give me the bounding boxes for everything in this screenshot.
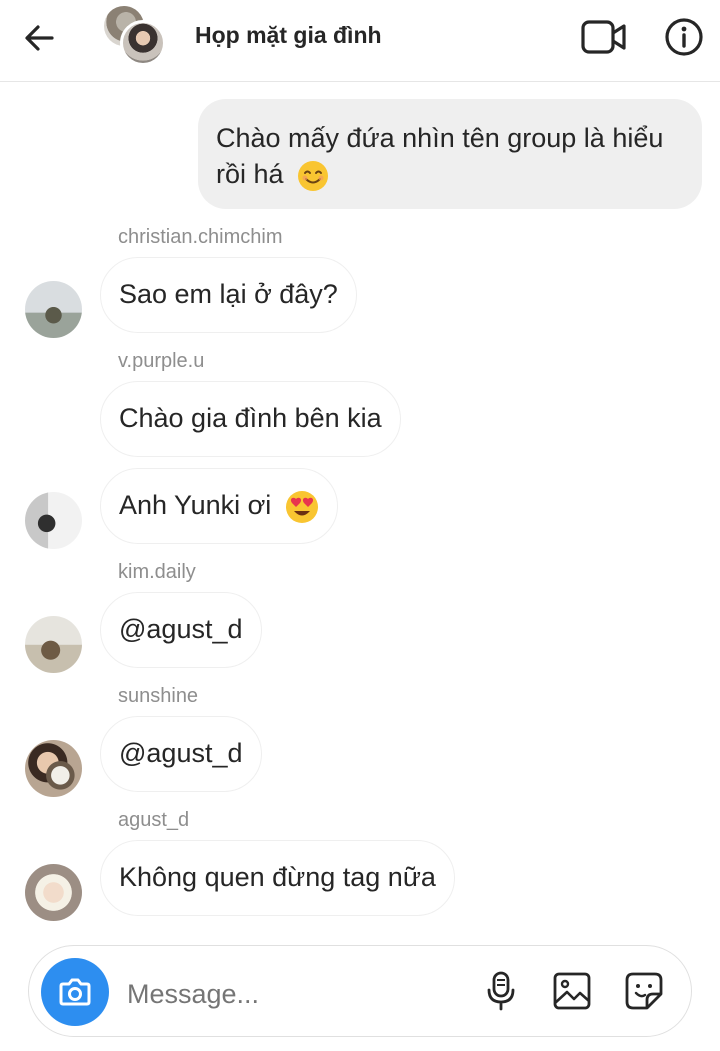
message-text: @agust_d	[119, 614, 243, 644]
message-composer	[28, 945, 692, 1037]
message-text: Sao em lại ở đây?	[119, 279, 338, 309]
smiling-face-icon	[298, 160, 329, 191]
group-avatar-front	[120, 20, 166, 66]
arrow-left-icon[interactable]	[20, 18, 60, 58]
chat-header: Họp mặt gia đình	[0, 0, 720, 82]
heart-eyes-icon	[285, 490, 318, 523]
message-text: @agust_d	[119, 738, 243, 768]
gallery-icon[interactable]	[551, 970, 593, 1012]
camera-icon	[59, 978, 91, 1006]
message-text: Chào mấy đứa nhìn tên group là hiểu rồi …	[216, 123, 664, 189]
outgoing-message[interactable]: Chào mấy đứa nhìn tên group là hiểu rồi …	[198, 99, 702, 209]
message-text: Chào gia đình bên kia	[119, 403, 382, 433]
incoming-message[interactable]: Anh Yunki ơi	[100, 468, 338, 544]
message-input[interactable]	[127, 976, 467, 1012]
avatar[interactable]	[25, 864, 82, 921]
incoming-message[interactable]: Chào gia đình bên kia	[100, 381, 401, 457]
video-call-icon[interactable]	[580, 19, 628, 55]
sender-name: sunshine	[118, 685, 199, 707]
camera-button[interactable]	[41, 958, 109, 1026]
avatar[interactable]	[25, 492, 82, 549]
avatar[interactable]	[25, 281, 82, 338]
incoming-message[interactable]: Không quen đừng tag nữa	[100, 840, 455, 916]
sender-name: christian.chimchim	[118, 226, 283, 248]
avatar[interactable]	[25, 740, 82, 797]
sender-name: agust_d	[118, 809, 190, 831]
message-text: Anh Yunki ơi	[119, 490, 272, 520]
incoming-message[interactable]: @agust_d	[100, 592, 262, 668]
sticker-icon[interactable]	[623, 970, 665, 1012]
microphone-icon[interactable]	[484, 970, 518, 1012]
incoming-message[interactable]: @agust_d	[100, 716, 262, 792]
message-text: Không quen đừng tag nữa	[119, 862, 436, 892]
avatar[interactable]	[25, 616, 82, 673]
info-icon[interactable]	[664, 17, 704, 57]
group-avatar[interactable]	[104, 6, 166, 68]
sender-name: kim.daily	[118, 561, 196, 583]
chat-title[interactable]: Họp mặt gia đình	[195, 22, 382, 49]
sender-name: v.purple.u	[118, 350, 205, 372]
incoming-message[interactable]: Sao em lại ở đây?	[100, 257, 357, 333]
